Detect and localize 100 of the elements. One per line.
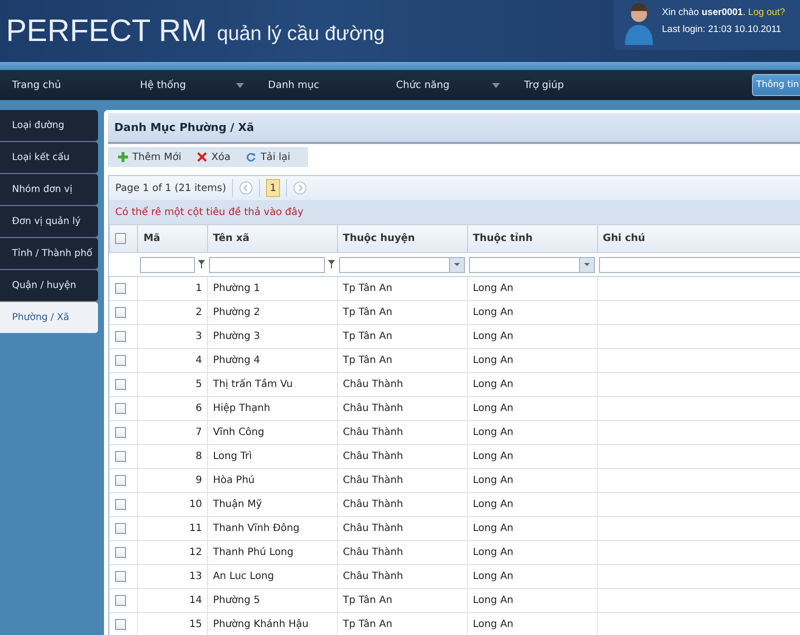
row-checkbox[interactable]: [115, 378, 126, 390]
menu-item[interactable]: Chức năng: [384, 70, 512, 100]
menu-item[interactable]: Danh mục: [256, 70, 384, 100]
table-cell: Phường 2: [212, 307, 260, 318]
sidebar-item[interactable]: Nhóm đơn vị: [0, 174, 98, 205]
greeting-text: Xin chào user0001.: [662, 7, 746, 18]
avatar-icon: [624, 3, 654, 45]
table-cell: Long An: [472, 595, 514, 606]
app-subtitle: quản lý cầu đường: [216, 22, 385, 46]
filter-icon[interactable]: [198, 260, 206, 269]
column-header[interactable]: Mã: [138, 224, 208, 252]
row-checkbox[interactable]: [115, 570, 126, 582]
row-checkbox[interactable]: [115, 282, 126, 294]
row-checkbox[interactable]: [115, 618, 126, 630]
table-cell: Châu Thành: [342, 571, 404, 582]
logout-link[interactable]: Log out?: [748, 7, 786, 18]
table-cell: Long An: [472, 427, 514, 438]
sidebar-item[interactable]: Phường / Xã: [0, 302, 98, 333]
column-header[interactable]: Thuộc tỉnh: [467, 224, 598, 252]
table-cell: 8: [196, 451, 202, 462]
toolbar-button[interactable]: Xóa: [195, 152, 240, 162]
filter-field[interactable]: [209, 256, 326, 272]
table-cell: Long An: [472, 547, 514, 558]
page-summary: Page 1 of 1 (21 items): [115, 182, 226, 194]
filter-dropdown[interactable]: [469, 256, 596, 272]
table-cell: Tp Tân An: [342, 619, 392, 630]
caret-icon: [492, 82, 500, 88]
table-cell: Châu Thành: [342, 523, 404, 534]
row-checkbox[interactable]: [115, 402, 126, 414]
sidebar-item[interactable]: Quận / huyện: [0, 270, 98, 301]
table-cell: Châu Thành: [342, 427, 404, 438]
row-checkbox[interactable]: [115, 330, 126, 342]
row-checkbox[interactable]: [115, 306, 126, 318]
column-header[interactable]: Thuộc huyện: [337, 224, 468, 252]
table-cell: Tp Tân An: [342, 283, 392, 294]
app-title: PERFECT RM: [6, 13, 207, 49]
table-cell: 7: [196, 427, 202, 438]
toolbar-button[interactable]: Thêm Mới: [116, 152, 192, 162]
table-cell: Long An: [472, 475, 514, 486]
row-checkbox[interactable]: [115, 474, 126, 486]
table-cell: 3: [196, 331, 202, 342]
table-cell: 2: [196, 307, 202, 318]
toolbar-button[interactable]: Tải lại: [244, 152, 300, 162]
table-cell: 5: [196, 379, 202, 390]
row-checkbox[interactable]: [115, 546, 126, 558]
column-header[interactable]: Tên xã: [207, 224, 338, 252]
select-all-checkbox[interactable]: [115, 232, 126, 244]
table-cell: Long An: [472, 283, 514, 294]
table-cell: 13: [189, 571, 202, 582]
table-cell: 12: [189, 547, 202, 558]
column-header[interactable]: Ghi chú: [597, 224, 800, 252]
row-checkbox[interactable]: [115, 522, 126, 534]
table-cell: Hiệp Thạnh: [212, 403, 270, 414]
menu-item[interactable]: Trợ giúp: [512, 70, 640, 100]
caret-icon: [236, 82, 244, 88]
table-cell: Vĩnh Công: [212, 427, 264, 438]
menu-item[interactable]: Trang chủ: [0, 70, 128, 100]
row-checkbox[interactable]: [115, 354, 126, 366]
table-cell: 4: [196, 355, 202, 366]
table-cell: Thanh Phú Long: [212, 547, 294, 558]
previous-icon[interactable]: [239, 181, 254, 195]
table-cell: Phường 1: [212, 283, 260, 294]
table-cell: Tp Tân An: [342, 595, 392, 606]
next-icon[interactable]: [293, 181, 308, 195]
page-button[interactable]: 1: [266, 179, 280, 197]
table-cell: Tp Tân An: [342, 331, 392, 342]
row-checkbox[interactable]: [115, 426, 126, 438]
row-checkbox[interactable]: [115, 594, 126, 606]
table-cell: Hòa Phú: [212, 475, 255, 486]
sidebar-item[interactable]: Đơn vị quản lý: [0, 206, 98, 237]
table-cell: 9: [196, 475, 202, 486]
table-cell: Châu Thành: [342, 499, 404, 510]
refresh-icon: [246, 152, 256, 162]
filter-field[interactable]: [140, 256, 196, 272]
caret-icon: [454, 263, 460, 266]
filter-field[interactable]: [599, 256, 800, 272]
table-cell: Thuận Mỹ: [212, 499, 262, 510]
table-cell: An Luc Long: [212, 571, 274, 582]
table-cell: Tp Tân An: [342, 307, 392, 318]
table-cell: Long An: [472, 523, 514, 534]
table-cell: Long An: [472, 451, 514, 462]
row-checkbox[interactable]: [115, 450, 126, 462]
table-cell: Châu Thành: [342, 451, 404, 462]
menu-item[interactable]: Hệ thống: [128, 70, 256, 100]
table-cell: Long An: [472, 307, 514, 318]
table-cell: Châu Thành: [342, 379, 404, 390]
table-cell: Thị trấn Tầm Vu: [212, 379, 293, 390]
sidebar-item[interactable]: Loại đường: [0, 110, 98, 141]
table-cell: Long An: [472, 571, 514, 582]
row-checkbox[interactable]: [115, 498, 126, 510]
table-cell: 15: [189, 619, 202, 630]
table-cell: Long An: [472, 499, 514, 510]
table-cell: 6: [196, 403, 202, 414]
filter-icon[interactable]: [328, 260, 336, 269]
panel-title: Danh Mục Phường / Xã: [108, 113, 800, 144]
sidebar-item[interactable]: Loại kết cấu: [0, 142, 98, 173]
sidebar-item[interactable]: Tỉnh / Thành phố: [0, 238, 98, 269]
table-cell: Châu Thành: [342, 403, 404, 414]
table-cell: Thanh Vĩnh Đông: [212, 523, 300, 534]
table-cell: Phường 3: [212, 331, 260, 342]
